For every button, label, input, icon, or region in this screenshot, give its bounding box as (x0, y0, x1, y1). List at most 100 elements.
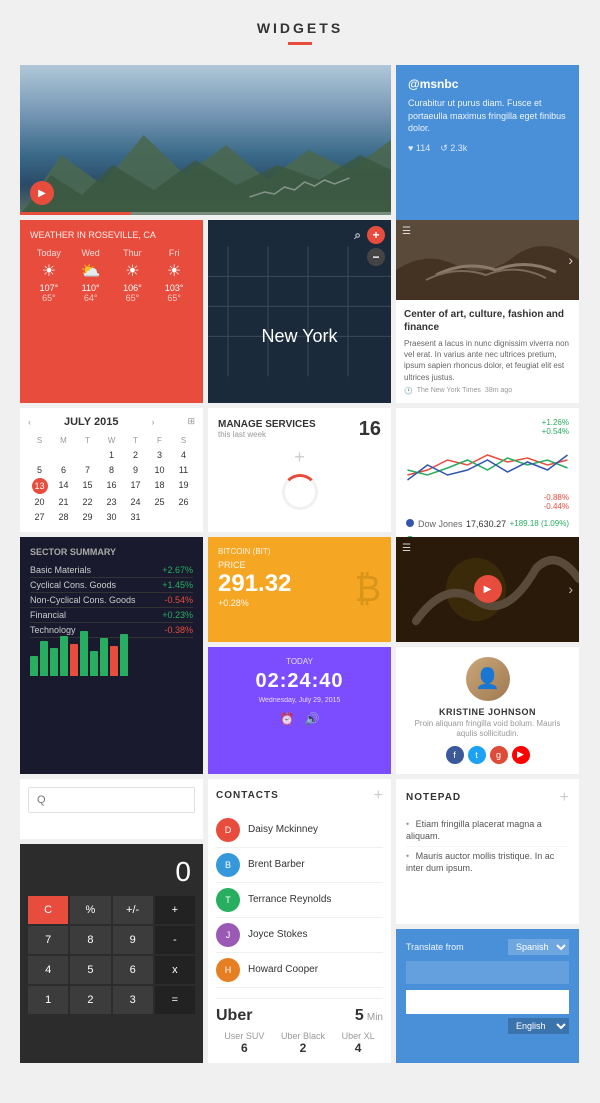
timer-date: Wednesday, July 29, 2015 (218, 697, 381, 704)
calendar-next[interactable]: › (151, 417, 154, 427)
calc-btn-5[interactable]: 5 (70, 956, 110, 984)
contacts-add-button[interactable]: + (374, 787, 383, 805)
timer-alarm-icon[interactable]: ⏰ (280, 712, 295, 726)
calc-btn-plus[interactable]: + (155, 896, 195, 924)
sector-row-cyclical: Cyclical Cons. Goods +1.45% (30, 578, 193, 593)
cal-day-27[interactable]: 27 (28, 510, 51, 524)
sector-row-financial: Financial +0.23% (30, 608, 193, 623)
uber-logo: Uber (216, 1007, 252, 1025)
cal-day-29[interactable]: 29 (76, 510, 99, 524)
calc-btn-1[interactable]: 1 (28, 986, 68, 1014)
cal-day-22[interactable]: 22 (76, 495, 99, 509)
cal-day-16[interactable]: 16 (100, 478, 123, 494)
calc-btn-6[interactable]: 6 (113, 956, 153, 984)
twitter-stats: ♥ 114 ↺ 2.3k (408, 143, 567, 154)
cal-day-13[interactable]: 13 (32, 478, 48, 494)
cal-day-15[interactable]: 15 (76, 478, 99, 494)
translate-to-row: English French German (406, 1018, 569, 1034)
news-menu: ☰ (402, 226, 411, 237)
video-play-button[interactable]: ▶ (30, 181, 54, 205)
timer-time: 02:24:40 (218, 670, 381, 693)
cal-day-8[interactable]: 8 (100, 463, 123, 477)
services-widget: MANAGE SERVICES this last week 16 + (208, 408, 391, 532)
cal-day-6[interactable]: 6 (52, 463, 75, 477)
services-add-button[interactable]: + (218, 447, 381, 468)
calc-btn-minus[interactable]: - (155, 926, 195, 954)
notepad-item-2: • Mauris auctor mollis tristique. In ac … (406, 847, 569, 878)
timer-label: TODAY (218, 657, 381, 666)
translate-to-select[interactable]: English French German (508, 1018, 569, 1034)
cal-day-1[interactable]: 1 (100, 448, 123, 462)
cal-day-19[interactable]: 19 (172, 478, 195, 494)
cal-day-25[interactable]: 25 (148, 495, 171, 509)
news-time: 38m ago (485, 387, 512, 394)
google-button[interactable]: g (490, 746, 508, 764)
calc-btn-equals[interactable]: = (155, 986, 195, 1014)
video2-nav-right[interactable]: › (568, 581, 573, 597)
weather-title: WEATHER IN ROSEVILLE, CA (30, 230, 193, 240)
cal-day-20[interactable]: 20 (28, 495, 51, 509)
calc-btn-4[interactable]: 4 (28, 956, 68, 984)
cal-day-2[interactable]: 2 (124, 448, 147, 462)
uber-header: Uber 5 Min (216, 1007, 383, 1025)
calendar-prev[interactable]: ‹ (28, 417, 31, 427)
video2-menu[interactable]: ☰ (402, 543, 411, 554)
cal-day-24[interactable]: 24 (124, 495, 147, 509)
calc-btn-8[interactable]: 8 (70, 926, 110, 954)
clock-icon: 🕐 (404, 387, 413, 395)
cal-day-30[interactable]: 30 (100, 510, 123, 524)
calc-btn-plusminus[interactable]: +/- (113, 896, 153, 924)
stocks-chart (406, 440, 569, 490)
weather-day-thur: Thur ☀ 106° 65° (114, 248, 152, 303)
cal-day-10[interactable]: 10 (148, 463, 171, 477)
weather-day-today: Today ☀ 107° 65° (30, 248, 68, 303)
cal-day-3[interactable]: 3 (148, 448, 171, 462)
news-nav: › (568, 252, 573, 268)
twitter-button[interactable]: t (468, 746, 486, 764)
cal-day-23[interactable]: 23 (100, 495, 123, 509)
video2-play-button[interactable]: ▶ (474, 575, 502, 603)
calc-btn-9[interactable]: 9 (113, 926, 153, 954)
person-description: Proin aliquam fringilla void bolum. Maur… (406, 719, 569, 740)
news-body: Praesent a lacus in nunc dignissim viver… (404, 338, 571, 383)
calc-btn-2[interactable]: 2 (70, 986, 110, 1014)
calc-btn-multiply[interactable]: x (155, 956, 195, 984)
bitcoin-label: BITCOIN (BIT) (218, 547, 381, 556)
cal-day-9[interactable]: 9 (124, 463, 147, 477)
translate-input[interactable] (406, 961, 569, 984)
translate-from-select[interactable]: Spanish French German (508, 939, 569, 955)
cal-day-7[interactable]: 7 (76, 463, 99, 477)
cal-day-14[interactable]: 14 (52, 478, 75, 494)
weather-widget: WEATHER IN ROSEVILLE, CA Today ☀ 107° 65… (20, 220, 203, 403)
cal-day-31[interactable]: 31 (124, 510, 147, 524)
cal-day-21[interactable]: 21 (52, 495, 75, 509)
sector-row-noncyclical: Non-Cyclical Cons. Goods -0.54% (30, 593, 193, 608)
video-progress-bar (20, 212, 391, 215)
cal-day-4[interactable]: 4 (172, 448, 195, 462)
cal-day-28[interactable]: 28 (52, 510, 75, 524)
calc-btn-3[interactable]: 3 (113, 986, 153, 1014)
timer-icons: ⏰ 🔊 (218, 712, 381, 726)
timer-main-widget: TODAY 02:24:40 Wednesday, July 29, 2015 … (208, 647, 391, 774)
timer-sound-icon[interactable]: 🔊 (305, 712, 320, 726)
page-title: WIDGETS (257, 20, 343, 36)
cal-day-18[interactable]: 18 (148, 478, 171, 494)
youtube-button[interactable]: ▶ (512, 746, 530, 764)
notepad-header: NOTEPAD + (406, 789, 569, 807)
facebook-button[interactable]: f (446, 746, 464, 764)
person-avatar: 👤 (466, 657, 510, 701)
notepad-add-button[interactable]: + (560, 789, 569, 807)
cal-day-26[interactable]: 26 (172, 495, 195, 509)
cal-day-5[interactable]: 5 (28, 463, 51, 477)
cal-day-11[interactable]: 11 (172, 463, 195, 477)
calc-btn-c[interactable]: C (28, 896, 68, 924)
calc-btn-percent[interactable]: % (70, 896, 110, 924)
calc-btn-7[interactable]: 7 (28, 926, 68, 954)
uber-type-suv: User SUV 6 (224, 1031, 264, 1055)
twitter-handle: @msnbc (408, 77, 567, 91)
cal-day-17[interactable]: 17 (124, 478, 147, 494)
page-title-section: WIDGETS (257, 20, 343, 45)
services-count: 16 (359, 418, 381, 441)
uber-type-xl: Uber XL 4 (342, 1031, 375, 1055)
search-input[interactable] (28, 787, 195, 813)
